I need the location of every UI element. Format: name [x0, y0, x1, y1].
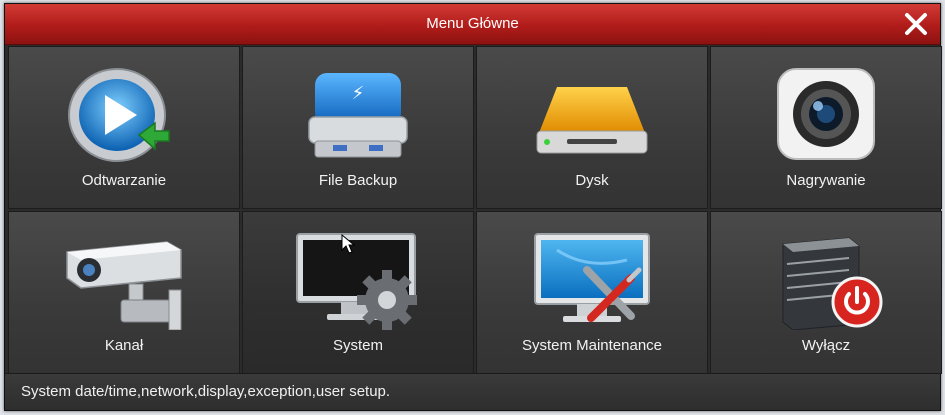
mouse-pointer-icon [341, 234, 355, 254]
usb-drive-icon: ⚡ [308, 73, 408, 158]
playback-icon [68, 68, 170, 162]
camera-lens-icon [777, 68, 875, 160]
tile-label: Odtwarzanie [81, 172, 167, 189]
tile-system-maintenance[interactable]: System Maintenance [476, 211, 708, 374]
tile-file-backup[interactable]: ⚡ File Backup [242, 46, 474, 209]
tile-disk[interactable]: Dysk [476, 46, 708, 209]
tile-label: Wyłącz [801, 337, 851, 354]
tile-shutdown[interactable]: Wyłącz [710, 211, 942, 374]
tile-playback[interactable]: Odtwarzanie [8, 46, 240, 209]
security-camera-icon [66, 241, 182, 330]
title-bar: Menu Główne [5, 4, 940, 45]
tile-label: File Backup [318, 172, 398, 189]
status-bar: System date/time,network,display,excepti… [5, 373, 940, 410]
main-menu-window: Menu Główne Odtwarzanie ⚡ File Backup Dy… [4, 3, 942, 411]
tile-label: Kanał [104, 337, 144, 354]
server-power-icon [782, 237, 883, 330]
menu-grid: Odtwarzanie ⚡ File Backup Dysk Nagrywani… [8, 46, 942, 374]
tile-label: System [332, 337, 383, 354]
status-text: System date/time,network,display,excepti… [21, 383, 391, 400]
tile-label: Nagrywanie [786, 172, 866, 189]
tile-system[interactable]: System [242, 211, 474, 374]
tile-channel[interactable]: Kanał [8, 211, 240, 374]
hard-disk-icon [536, 87, 648, 154]
tile-label: Dysk [575, 172, 609, 189]
monitor-gear-icon [296, 233, 417, 330]
tile-recording[interactable]: Nagrywanie [710, 46, 942, 209]
window-title: Menu Główne [426, 15, 519, 32]
svg-text:⚡: ⚡ [352, 83, 365, 104]
monitor-tools-icon [534, 233, 650, 322]
close-icon[interactable] [902, 10, 930, 38]
tile-label: System Maintenance [521, 337, 663, 354]
